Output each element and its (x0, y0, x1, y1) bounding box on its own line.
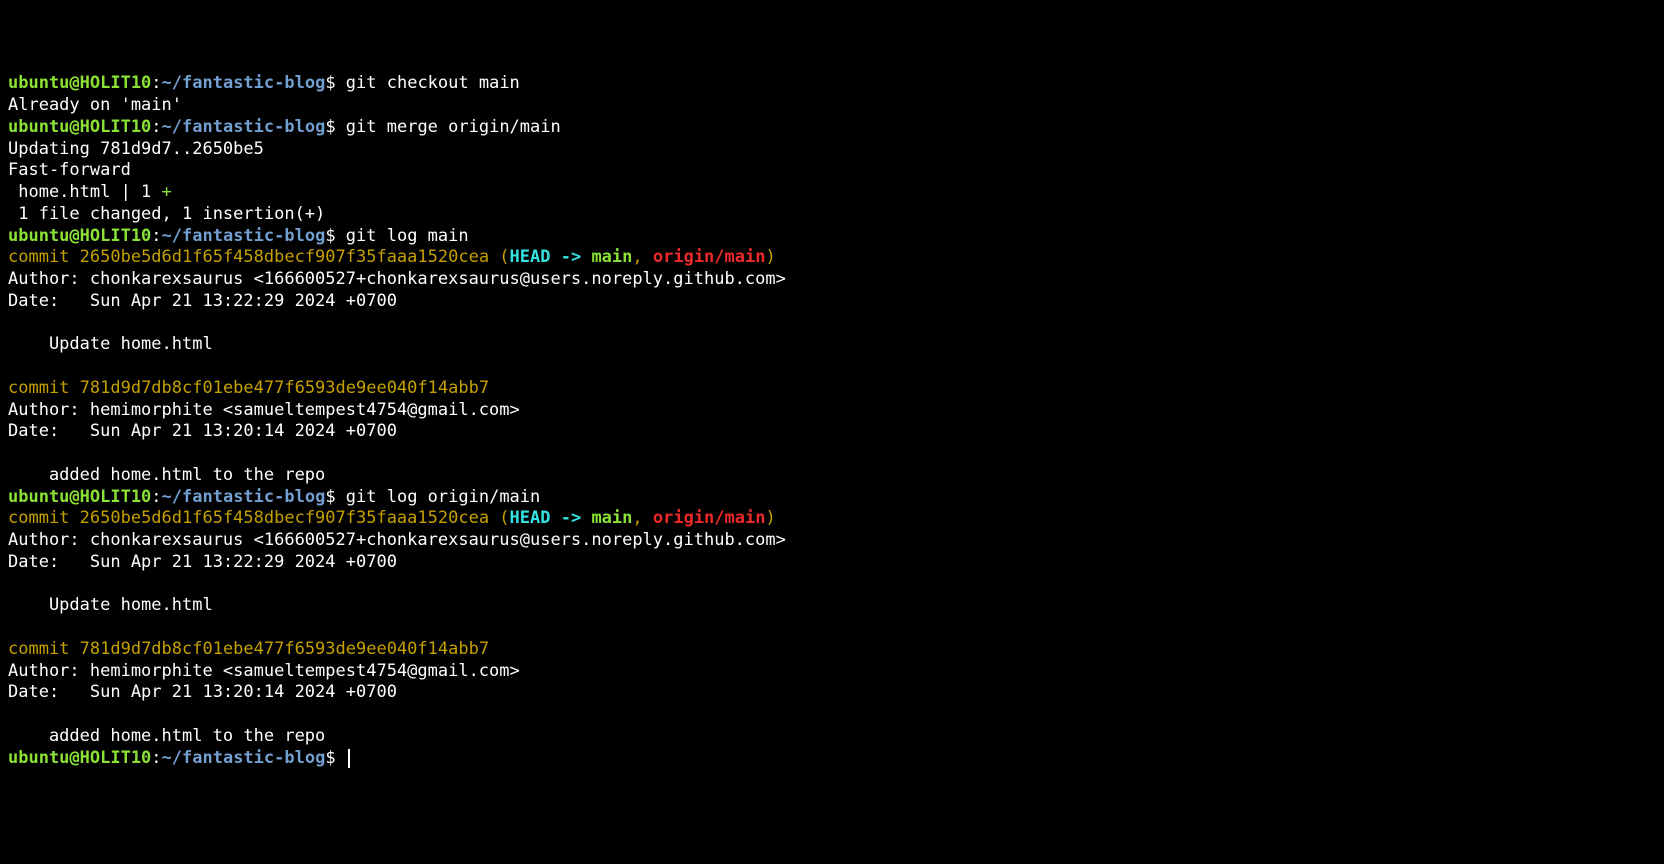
plus-icon: + (162, 182, 172, 202)
commit-date: Date: Sun Apr 21 13:20:14 2024 +0700 (8, 682, 397, 702)
commit-header: commit 2650be5d6d1f65f458dbecf907f35faaa… (8, 508, 776, 528)
commit-author: Author: chonkarexsaurus <166600527+chonk… (8, 269, 786, 289)
user-host: ubuntu@HOLIT10 (8, 487, 151, 507)
prompt-line: ubuntu@HOLIT10:~/fantastic-blog$ git che… (8, 73, 520, 93)
user-host: ubuntu@HOLIT10 (8, 226, 151, 246)
head-ref: HEAD -> (510, 508, 592, 528)
branch-main: main (591, 508, 632, 528)
prompt-path: ~/fantastic-blog (162, 748, 326, 768)
commit-date: Date: Sun Apr 21 13:20:14 2024 +0700 (8, 421, 397, 441)
head-ref: HEAD -> (510, 247, 592, 267)
output-line: 1 file changed, 1 insertion(+) (8, 204, 325, 224)
commit-author: Author: hemimorphite <samueltempest4754@… (8, 661, 520, 681)
user-host: ubuntu@HOLIT10 (8, 748, 151, 768)
diffstat-line: home.html | 1 + (8, 182, 172, 202)
prompt-line: ubuntu@HOLIT10:~/fantastic-blog$ git log… (8, 226, 469, 246)
command-text: git merge origin/main (346, 117, 561, 137)
terminal-output[interactable]: ubuntu@HOLIT10:~/fantastic-blog$ git che… (8, 73, 1656, 769)
command-text: git log main (346, 226, 469, 246)
output-line: Updating 781d9d7..2650be5 (8, 139, 264, 159)
branch-main: main (591, 247, 632, 267)
prompt-path: ~/fantastic-blog (162, 487, 326, 507)
prompt-path: ~/fantastic-blog (162, 73, 326, 93)
commit-header: commit 2650be5d6d1f65f458dbecf907f35faaa… (8, 247, 776, 267)
prompt-line: ubuntu@HOLIT10:~/fantastic-blog$ git log… (8, 487, 540, 507)
prompt-path: ~/fantastic-blog (162, 226, 326, 246)
commit-message: added home.html to the repo (8, 726, 325, 746)
user-host: ubuntu@HOLIT10 (8, 73, 151, 93)
prompt-line: ubuntu@HOLIT10:~/fantastic-blog$ git mer… (8, 117, 561, 137)
command-text: git log origin/main (346, 487, 540, 507)
commit-message: added home.html to the repo (8, 465, 325, 485)
commit-message: Update home.html (8, 595, 213, 615)
user-host: ubuntu@HOLIT10 (8, 117, 151, 137)
prompt-path: ~/fantastic-blog (162, 117, 326, 137)
commit-message: Update home.html (8, 334, 213, 354)
output-line: Already on 'main' (8, 95, 182, 115)
commit-author: Author: hemimorphite <samueltempest4754@… (8, 400, 520, 420)
command-text: git checkout main (346, 73, 520, 93)
commit-hash: 2650be5d6d1f65f458dbecf907f35faaa1520cea (80, 508, 489, 528)
commit-header: commit 781d9d7db8cf01ebe477f6593de9ee040… (8, 639, 489, 659)
commit-header: commit 781d9d7db8cf01ebe477f6593de9ee040… (8, 378, 489, 398)
commit-hash: 781d9d7db8cf01ebe477f6593de9ee040f14abb7 (80, 378, 489, 398)
cursor-icon[interactable] (348, 749, 350, 768)
commit-date: Date: Sun Apr 21 13:22:29 2024 +0700 (8, 291, 397, 311)
branch-origin: origin/main (653, 508, 766, 528)
branch-origin: origin/main (653, 247, 766, 267)
commit-hash: 2650be5d6d1f65f458dbecf907f35faaa1520cea (80, 247, 489, 267)
commit-hash: 781d9d7db8cf01ebe477f6593de9ee040f14abb7 (80, 639, 489, 659)
commit-date: Date: Sun Apr 21 13:22:29 2024 +0700 (8, 552, 397, 572)
output-line: Fast-forward (8, 160, 131, 180)
commit-author: Author: chonkarexsaurus <166600527+chonk… (8, 530, 786, 550)
prompt-line: ubuntu@HOLIT10:~/fantastic-blog$ (8, 748, 350, 768)
